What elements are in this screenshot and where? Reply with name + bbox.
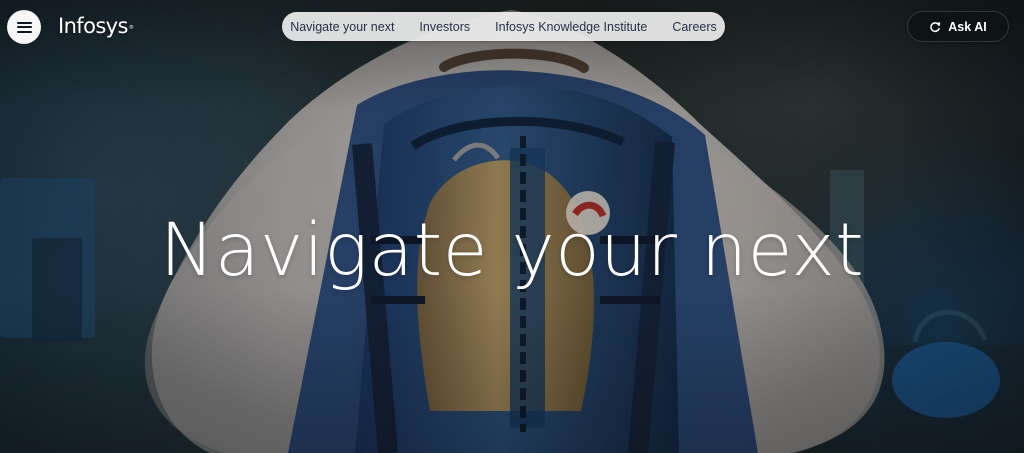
ask-ai-button[interactable]: Ask AI (907, 11, 1009, 42)
refresh-sparkle-icon (930, 21, 941, 32)
hero-title: Navigate your next (159, 207, 865, 293)
nav-link-infosys-knowledge-institute[interactable]: Infosys Knowledge Institute (495, 19, 647, 35)
infosys-logo[interactable]: Infosys® (58, 12, 134, 40)
nav-link-investors[interactable]: Investors (419, 19, 470, 35)
top-navigation: Navigate your next Investors Infosys Kno… (282, 12, 725, 41)
hero-section: Infosys® Navigate your next Investors In… (0, 0, 1024, 453)
logo-text: Infosys (58, 14, 128, 38)
hamburger-menu-icon (16, 21, 32, 33)
registered-mark: ® (128, 25, 134, 31)
nav-link-careers[interactable]: Careers (672, 19, 716, 35)
menu-button[interactable] (7, 10, 41, 44)
ask-ai-label: Ask AI (948, 19, 987, 34)
nav-link-navigate-your-next[interactable]: Navigate your next (290, 19, 394, 35)
